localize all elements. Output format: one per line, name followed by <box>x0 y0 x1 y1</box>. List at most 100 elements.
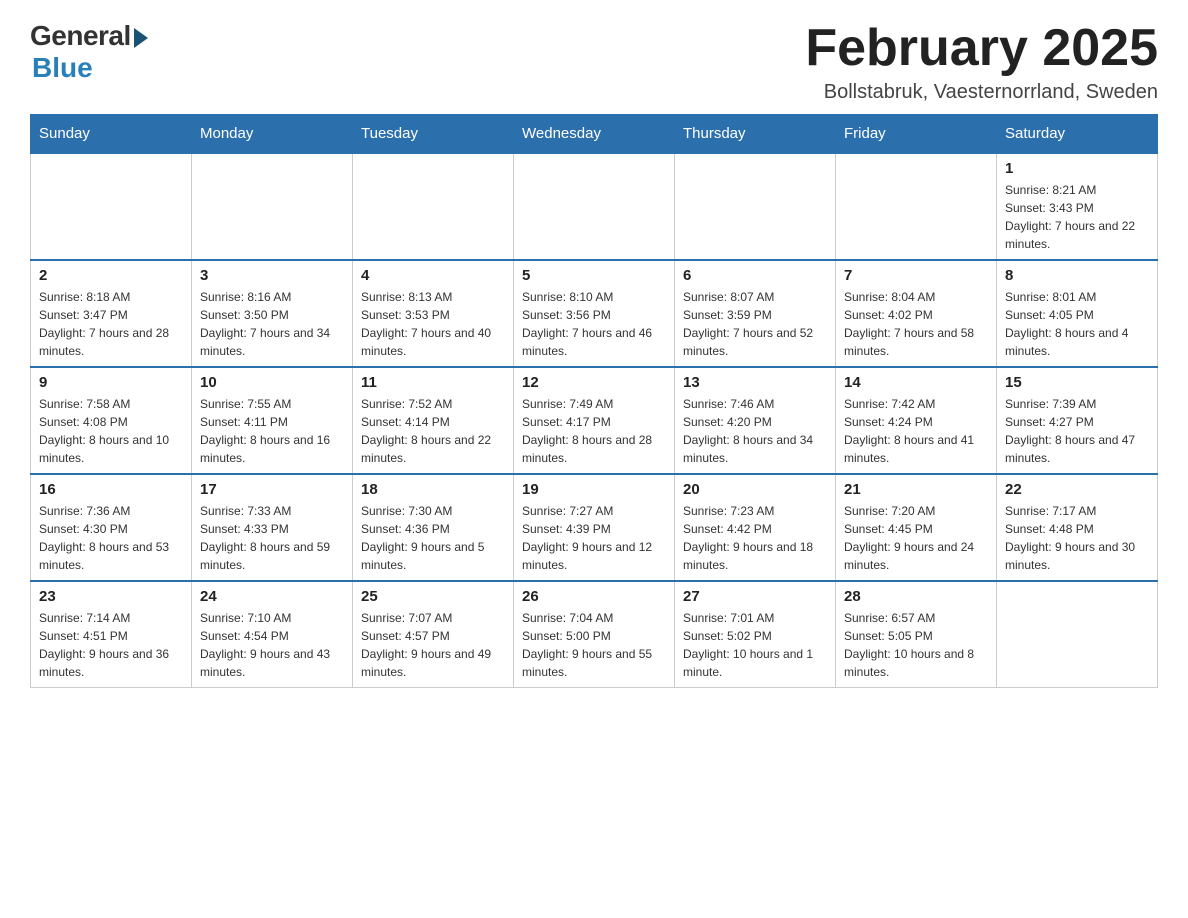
day-number: 27 <box>683 588 827 605</box>
day-number: 4 <box>361 267 505 284</box>
day-info: Sunrise: 7:30 AMSunset: 4:36 PMDaylight:… <box>361 502 505 574</box>
table-row: 21Sunrise: 7:20 AMSunset: 4:45 PMDayligh… <box>836 474 997 581</box>
day-number: 26 <box>522 588 666 605</box>
day-info: Sunrise: 8:18 AMSunset: 3:47 PMDaylight:… <box>39 288 183 360</box>
day-number: 3 <box>200 267 344 284</box>
logo: General Blue <box>30 20 148 84</box>
table-row: 27 Sunrise: 7:01 AMSunset: 5:02 PMDayligh… <box>675 581 836 688</box>
day-number: 6 <box>683 267 827 284</box>
table-row: 6 Sunrise: 8:07 AMSunset: 3:59 PMDaylight… <box>675 260 836 367</box>
table-row: 20Sunrise: 7:23 AMSunset: 4:42 PMDayligh… <box>675 474 836 581</box>
table-row: 2Sunrise: 8:18 AMSunset: 3:47 PMDaylight… <box>31 260 192 367</box>
table-row: 8Sunrise: 8:01 AMSunset: 4:05 PMDaylight… <box>997 260 1158 367</box>
day-number: 25 <box>361 588 505 605</box>
day-number: 5 <box>522 267 666 284</box>
table-row: 15 Sunrise: 7:39 AMSunset: 4:27 PMDayligh… <box>997 367 1158 474</box>
calendar-table: Sunday Monday Tuesday Wednesday Thursday… <box>30 114 1158 688</box>
header-thursday: Thursday <box>675 115 836 154</box>
table-row: 26 Sunrise: 7:04 AMSunset: 5:00 PMDayligh… <box>514 581 675 688</box>
logo-arrow-icon <box>134 28 148 48</box>
table-row: 19Sunrise: 7:27 AMSunset: 4:39 PMDayligh… <box>514 474 675 581</box>
table-row: 10 Sunrise: 7:55 AMSunset: 4:11 PMDayligh… <box>192 367 353 474</box>
day-info: Sunrise: 7:36 AMSunset: 4:30 PMDaylight:… <box>39 502 183 574</box>
day-number: 1 <box>1005 160 1149 177</box>
day-info: Sunrise: 8:10 AMSunset: 3:56 PMDaylight:… <box>522 288 666 360</box>
table-row <box>836 153 997 260</box>
table-row: 23 Sunrise: 7:14 AMSunset: 4:51 PMDayligh… <box>31 581 192 688</box>
day-number: 16 <box>39 481 183 498</box>
day-info: Sunrise: 7:04 AMSunset: 5:00 PMDaylight:… <box>522 609 666 681</box>
day-info: Sunrise: 7:27 AMSunset: 4:39 PMDaylight:… <box>522 502 666 574</box>
calendar-header-row: Sunday Monday Tuesday Wednesday Thursday… <box>31 115 1158 154</box>
table-row: 28 Sunrise: 6:57 AMSunset: 5:05 PMDayligh… <box>836 581 997 688</box>
day-info: Sunrise: 8:13 AMSunset: 3:53 PMDaylight:… <box>361 288 505 360</box>
calendar-week-row: 2Sunrise: 8:18 AMSunset: 3:47 PMDaylight… <box>31 260 1158 367</box>
day-number: 18 <box>361 481 505 498</box>
day-number: 17 <box>200 481 344 498</box>
day-info: Sunrise: 7:52 AMSunset: 4:14 PMDaylight:… <box>361 395 505 467</box>
day-info: Sunrise: 7:17 AMSunset: 4:48 PMDaylight:… <box>1005 502 1149 574</box>
table-row: 24 Sunrise: 7:10 AMSunset: 4:54 PMDayligh… <box>192 581 353 688</box>
header-tuesday: Tuesday <box>353 115 514 154</box>
day-info: Sunrise: 7:23 AMSunset: 4:42 PMDaylight:… <box>683 502 827 574</box>
day-info: Sunrise: 7:42 AMSunset: 4:24 PMDaylight:… <box>844 395 988 467</box>
day-number: 24 <box>200 588 344 605</box>
day-info: Sunrise: 7:14 AMSunset: 4:51 PMDaylight:… <box>39 609 183 681</box>
table-row: 12Sunrise: 7:49 AMSunset: 4:17 PMDayligh… <box>514 367 675 474</box>
day-info: Sunrise: 7:33 AMSunset: 4:33 PMDaylight:… <box>200 502 344 574</box>
day-number: 9 <box>39 374 183 391</box>
table-row: 18 Sunrise: 7:30 AMSunset: 4:36 PMDayligh… <box>353 474 514 581</box>
day-number: 14 <box>844 374 988 391</box>
day-info: Sunrise: 8:21 AMSunset: 3:43 PMDaylight:… <box>1005 181 1149 253</box>
day-info: Sunrise: 7:46 AMSunset: 4:20 PMDaylight:… <box>683 395 827 467</box>
day-info: Sunrise: 8:07 AMSunset: 3:59 PMDaylight:… <box>683 288 827 360</box>
day-number: 8 <box>1005 267 1149 284</box>
day-info: Sunrise: 7:01 AMSunset: 5:02 PMDaylight:… <box>683 609 827 681</box>
day-number: 11 <box>361 374 505 391</box>
table-row: 1 Sunrise: 8:21 AMSunset: 3:43 PMDaylight… <box>997 153 1158 260</box>
table-row: 13Sunrise: 7:46 AMSunset: 4:20 PMDayligh… <box>675 367 836 474</box>
table-row: 16 Sunrise: 7:36 AMSunset: 4:30 PMDayligh… <box>31 474 192 581</box>
table-row: 7 Sunrise: 8:04 AMSunset: 4:02 PMDaylight… <box>836 260 997 367</box>
calendar-week-row: 16 Sunrise: 7:36 AMSunset: 4:30 PMDayligh… <box>31 474 1158 581</box>
table-row <box>192 153 353 260</box>
table-row: 3 Sunrise: 8:16 AMSunset: 3:50 PMDaylight… <box>192 260 353 367</box>
table-row: 5 Sunrise: 8:10 AMSunset: 3:56 PMDaylight… <box>514 260 675 367</box>
table-row: 9 Sunrise: 7:58 AMSunset: 4:08 PMDaylight… <box>31 367 192 474</box>
table-row: 14 Sunrise: 7:42 AMSunset: 4:24 PMDayligh… <box>836 367 997 474</box>
title-section: February 2025 Bollstabruk, Vaesternorrla… <box>805 20 1158 104</box>
day-info: Sunrise: 8:04 AMSunset: 4:02 PMDaylight:… <box>844 288 988 360</box>
table-row: 25 Sunrise: 7:07 AMSunset: 4:57 PMDayligh… <box>353 581 514 688</box>
day-info: Sunrise: 7:39 AMSunset: 4:27 PMDaylight:… <box>1005 395 1149 467</box>
page-header: General Blue February 2025 Bollstabruk, … <box>30 20 1158 104</box>
table-row <box>31 153 192 260</box>
day-info: Sunrise: 8:16 AMSunset: 3:50 PMDaylight:… <box>200 288 344 360</box>
calendar-week-row: 1 Sunrise: 8:21 AMSunset: 3:43 PMDaylight… <box>31 153 1158 260</box>
logo-general-text: General <box>30 20 131 52</box>
table-row: 22 Sunrise: 7:17 AMSunset: 4:48 PMDayligh… <box>997 474 1158 581</box>
table-row: 17 Sunrise: 7:33 AMSunset: 4:33 PMDayligh… <box>192 474 353 581</box>
day-number: 22 <box>1005 481 1149 498</box>
day-info: Sunrise: 7:07 AMSunset: 4:57 PMDaylight:… <box>361 609 505 681</box>
table-row: 4 Sunrise: 8:13 AMSunset: 3:53 PMDaylight… <box>353 260 514 367</box>
day-number: 7 <box>844 267 988 284</box>
day-number: 10 <box>200 374 344 391</box>
day-info: Sunrise: 7:55 AMSunset: 4:11 PMDaylight:… <box>200 395 344 467</box>
day-number: 28 <box>844 588 988 605</box>
day-number: 23 <box>39 588 183 605</box>
header-wednesday: Wednesday <box>514 115 675 154</box>
day-info: Sunrise: 7:58 AMSunset: 4:08 PMDaylight:… <box>39 395 183 467</box>
header-friday: Friday <box>836 115 997 154</box>
location-text: Bollstabruk, Vaesternorrland, Sweden <box>805 81 1158 104</box>
month-title: February 2025 <box>805 20 1158 77</box>
day-info: Sunrise: 7:10 AMSunset: 4:54 PMDaylight:… <box>200 609 344 681</box>
day-number: 21 <box>844 481 988 498</box>
table-row: 11 Sunrise: 7:52 AMSunset: 4:14 PMDayligh… <box>353 367 514 474</box>
calendar-week-row: 23 Sunrise: 7:14 AMSunset: 4:51 PMDayligh… <box>31 581 1158 688</box>
day-number: 15 <box>1005 374 1149 391</box>
header-sunday: Sunday <box>31 115 192 154</box>
day-info: Sunrise: 6:57 AMSunset: 5:05 PMDaylight:… <box>844 609 988 681</box>
table-row <box>997 581 1158 688</box>
table-row <box>353 153 514 260</box>
calendar-week-row: 9 Sunrise: 7:58 AMSunset: 4:08 PMDaylight… <box>31 367 1158 474</box>
